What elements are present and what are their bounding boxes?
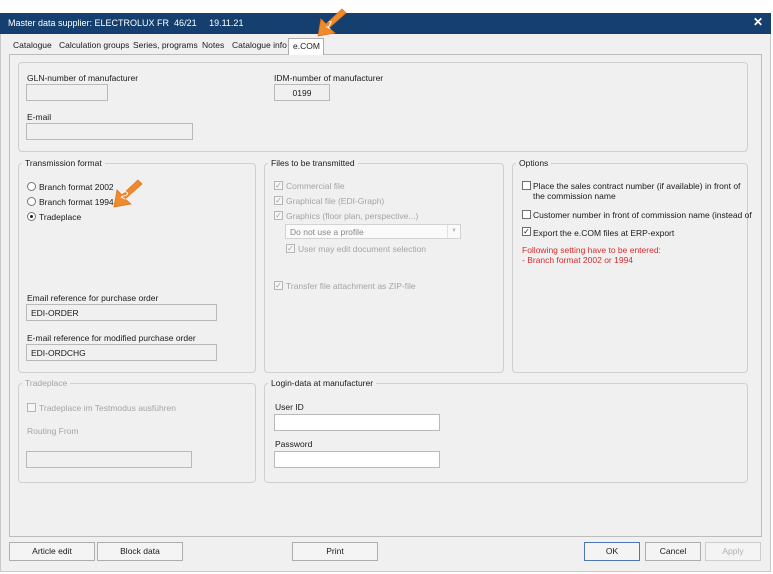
commercial-file-label: Commercial file (286, 181, 345, 191)
files-group (264, 163, 504, 373)
login-title: Login-data at manufacturer (268, 378, 377, 388)
marker-1-icon: 1 (317, 8, 347, 37)
login-group (264, 383, 748, 483)
warning-line-2: - Branch format 2002 or 1994 (522, 255, 634, 265)
zip-checkbox[interactable]: ✓ (274, 281, 283, 290)
profile-select-value: Do not use a profile (290, 227, 364, 237)
title-bar: Master data supplier: ELECTROLUX FR 46/2… (0, 13, 771, 34)
export-ecom-checkbox[interactable]: ✓ (522, 227, 531, 236)
graphics-label: Graphics (floor plan, perspective...) (286, 211, 419, 221)
email-ref-field[interactable]: EDI-ORDER (26, 304, 217, 321)
radio-branch-2002-label: Branch format 2002 (39, 182, 114, 192)
radio-tradeplace[interactable] (27, 212, 36, 221)
export-ecom-label: Export the e.COM files at ERP-export (533, 228, 675, 238)
zip-label: Transfer file attachment as ZIP-file (286, 281, 416, 291)
warning-line-1: Following setting have to be entered: (522, 245, 661, 255)
routing-field[interactable] (26, 451, 192, 468)
email-field[interactable] (26, 123, 193, 140)
password-label: Password (275, 439, 313, 449)
password-field[interactable] (274, 451, 440, 468)
cancel-button[interactable]: Cancel (645, 542, 701, 561)
article-edit-button[interactable]: Article edit (9, 542, 95, 561)
email-mod-field[interactable]: EDI-ORDCHG (26, 344, 217, 361)
idm-label: IDM-number of manufacturer (274, 73, 384, 83)
email-label: E-mail (27, 112, 52, 122)
user-id-label: User ID (275, 402, 304, 412)
user-edit-checkbox[interactable]: ✓ (286, 244, 295, 253)
marker-1-label: 1 (324, 19, 335, 32)
profile-select[interactable]: Do not use a profile ▼ (285, 224, 461, 239)
email-mod-label: E-mail reference for modified purchase o… (27, 333, 196, 343)
tab-calculation-groups[interactable]: Calculation groups (59, 40, 129, 54)
radio-tradeplace-label: Tradeplace (39, 212, 82, 222)
graphical-file-checkbox[interactable]: ✓ (274, 196, 283, 205)
testmode-label: Tradeplace im Testmodus ausführen (39, 403, 177, 413)
close-icon[interactable]: ✕ (750, 15, 766, 29)
window-title: Master data supplier: ELECTROLUX FR 46/2… (8, 18, 244, 28)
customer-number-label: Customer number in front of commission n… (533, 210, 752, 220)
tab-catalogue[interactable]: Catalogue (13, 40, 52, 54)
block-data-button[interactable]: Block data (97, 542, 183, 561)
tab-series-programs[interactable]: Series, programs (133, 40, 198, 54)
radio-branch-2002[interactable] (27, 182, 36, 191)
radio-branch-1994-label: Branch format 1994 (39, 197, 114, 207)
print-button[interactable]: Print (292, 542, 378, 561)
commercial-file-checkbox[interactable]: ✓ (274, 181, 283, 190)
place-contract-label: Place the sales contract number (if avai… (533, 181, 741, 201)
marker-2-icon: 2 (113, 179, 143, 208)
graphical-file-label: Graphical file (EDI-Graph) (286, 196, 385, 206)
gln-label: GLN-number of manufacturer (27, 73, 139, 83)
user-edit-label: User may edit document selection (298, 244, 427, 254)
chevron-down-icon: ▼ (447, 225, 460, 238)
user-id-field[interactable] (274, 414, 440, 431)
graphics-checkbox[interactable]: ✓ (274, 211, 283, 220)
email-ref-label: Email reference for purchase order (27, 293, 159, 303)
tab-ecom[interactable]: e.COM (288, 38, 324, 55)
idm-field[interactable]: 0199 (274, 84, 330, 101)
radio-branch-1994[interactable] (27, 197, 36, 206)
customer-number-checkbox[interactable] (522, 210, 531, 219)
testmode-checkbox[interactable] (27, 403, 36, 412)
tradeplace-title: Tradeplace (22, 378, 71, 388)
gln-field[interactable] (26, 84, 108, 101)
tab-notes[interactable]: Notes (202, 40, 224, 54)
place-contract-checkbox[interactable] (522, 181, 531, 190)
transmission-format-title: Transmission format (22, 158, 105, 168)
tab-catalogue-info[interactable]: Catalogue info (232, 40, 287, 54)
ok-button[interactable]: OK (584, 542, 640, 561)
files-title: Files to be transmitted (268, 158, 358, 168)
apply-button[interactable]: Apply (705, 542, 761, 561)
routing-label: Routing From (27, 426, 79, 436)
options-title: Options (516, 158, 552, 168)
